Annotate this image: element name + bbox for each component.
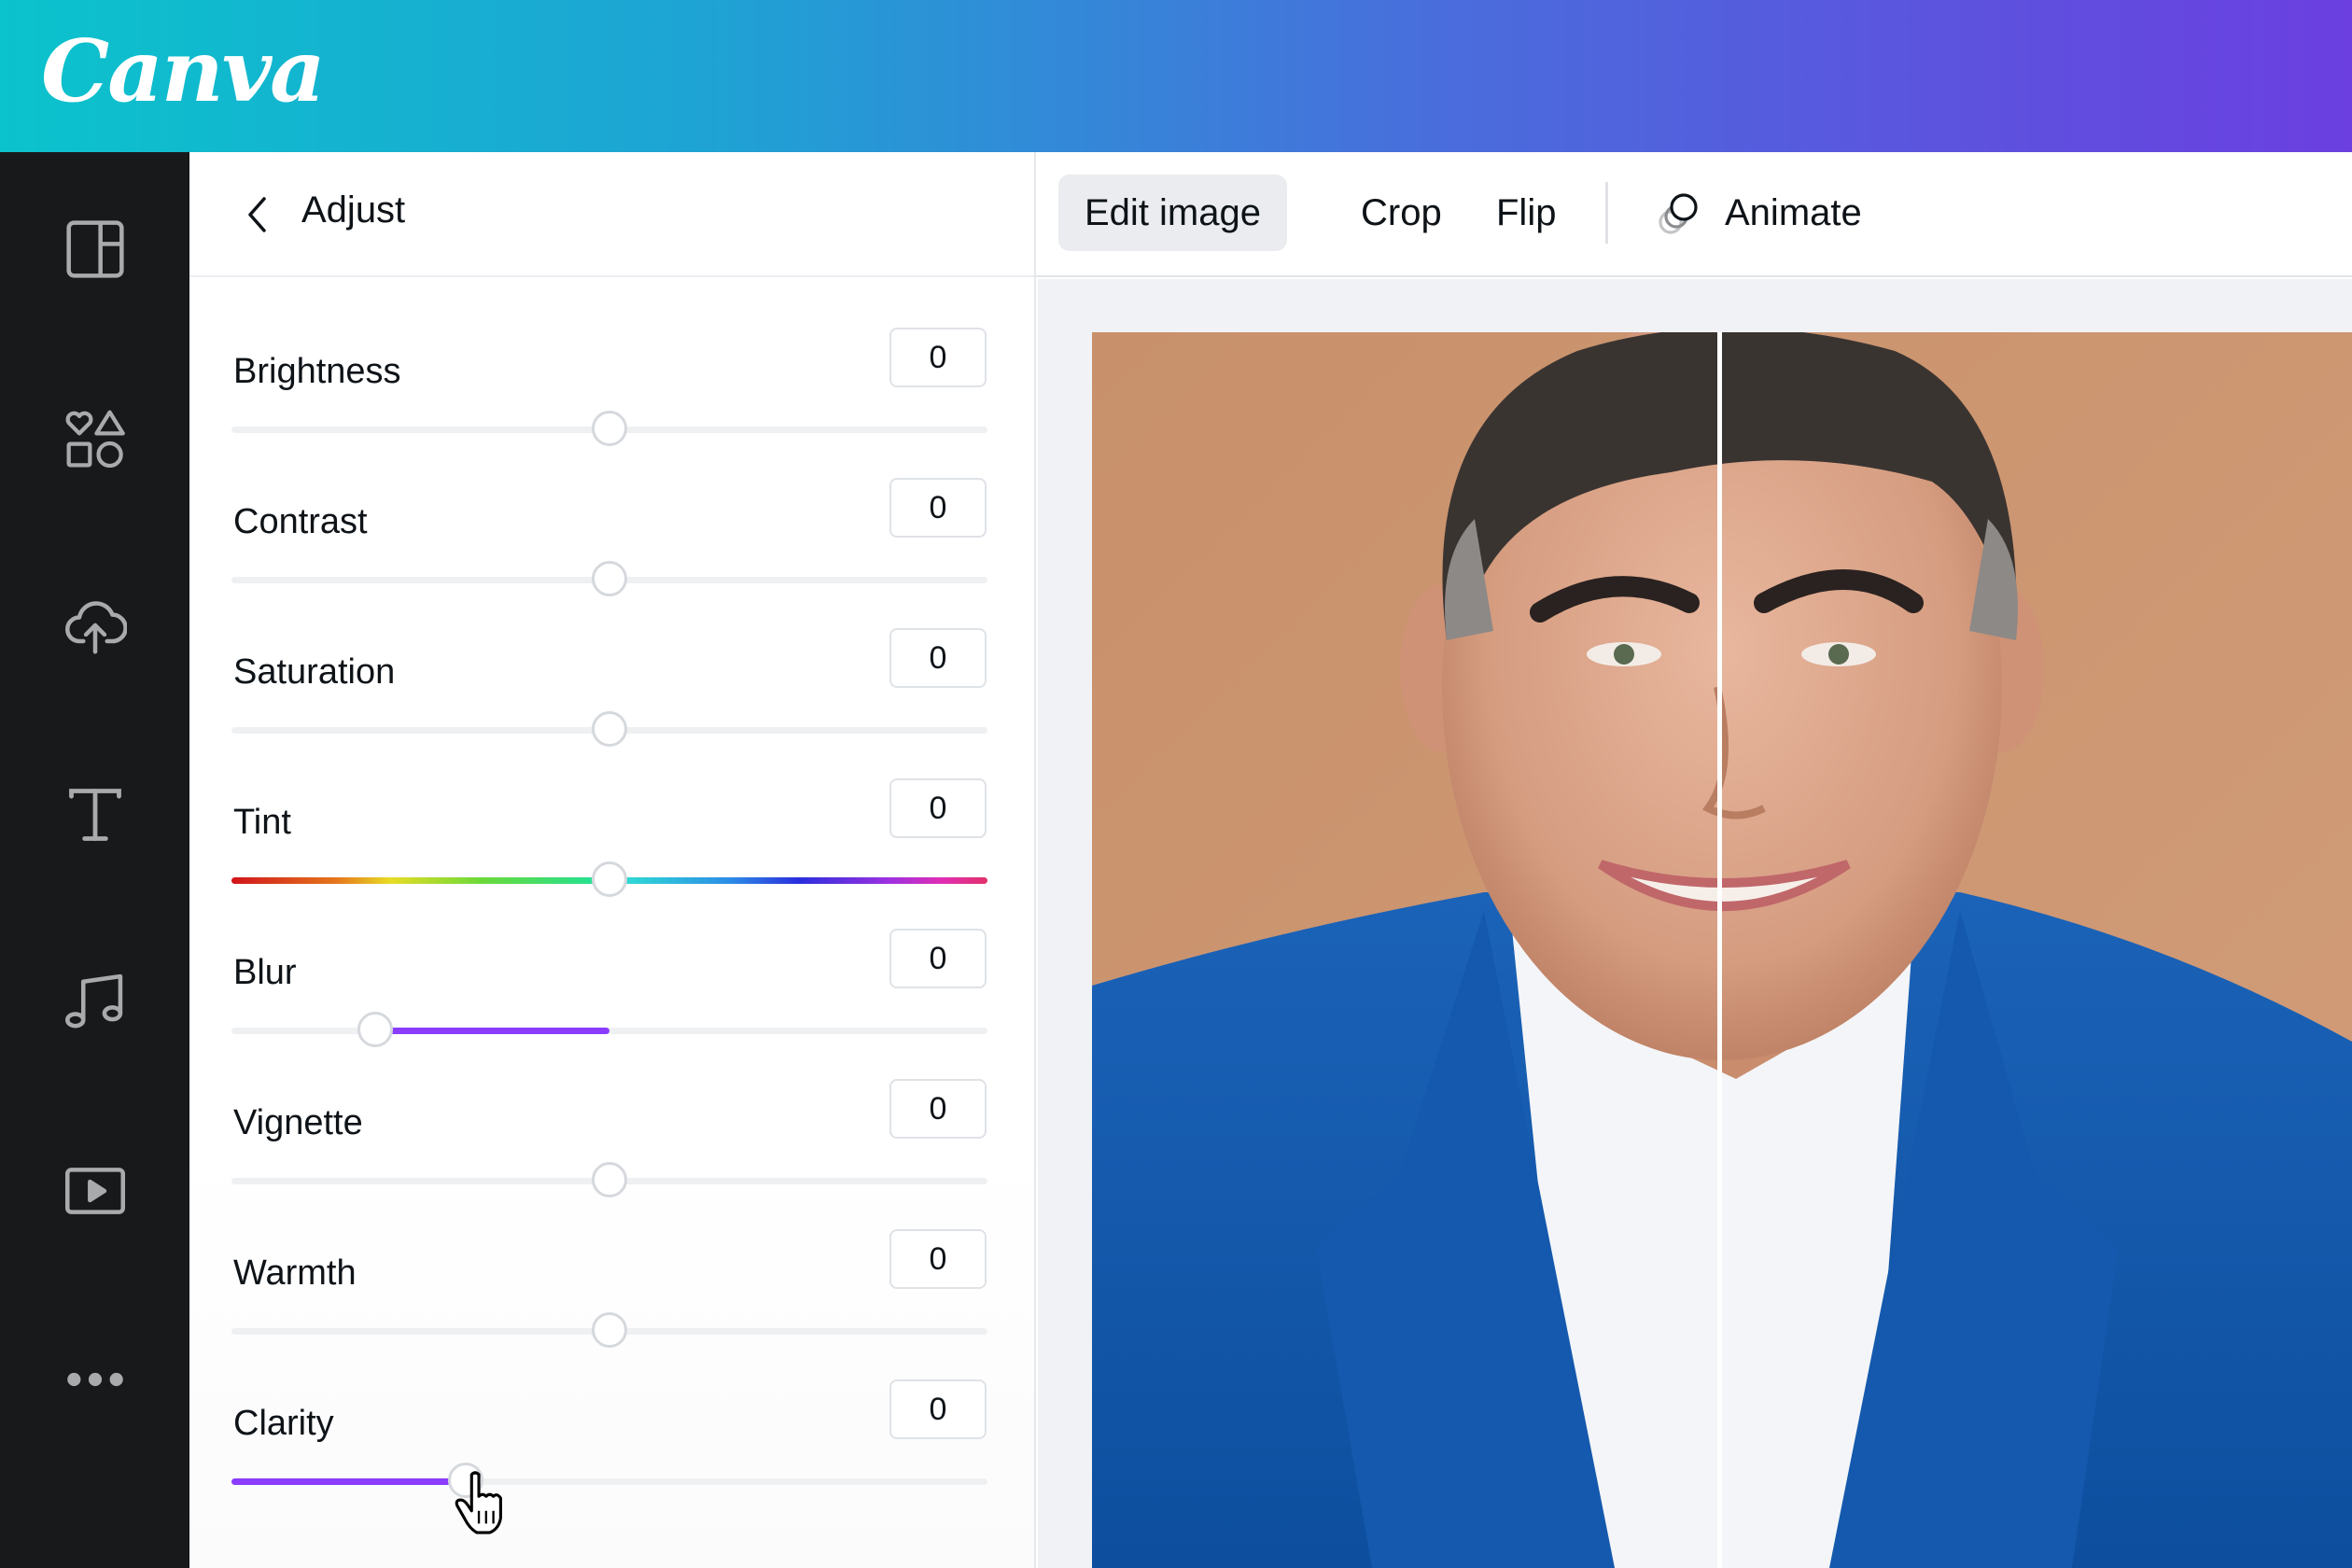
- adjustment-value-input[interactable]: 0: [889, 478, 987, 538]
- adjustment-slider-track[interactable]: [231, 411, 987, 446]
- sidebar-item-uploads[interactable]: [58, 588, 133, 663]
- adjustment-slider-thumb[interactable]: [592, 711, 627, 747]
- crop-button[interactable]: Crop: [1335, 175, 1468, 251]
- animate-button[interactable]: Animate: [1652, 175, 1862, 251]
- adjustment-slider-track[interactable]: [231, 711, 987, 747]
- adjustment-slider-track[interactable]: [231, 561, 987, 596]
- adjustment-slider-thumb[interactable]: [592, 1312, 627, 1348]
- animate-icon: [1659, 193, 1698, 234]
- adjustment-slider-fill: [231, 1478, 467, 1485]
- adjustment-slider-thumb[interactable]: [448, 1463, 484, 1498]
- sidebar-item-videos[interactable]: [58, 1154, 133, 1228]
- adjustment-label: Vignette: [233, 1103, 363, 1142]
- adjustment-slider-track[interactable]: [231, 861, 987, 897]
- toolbar-divider: [1605, 182, 1608, 244]
- before-after-divider[interactable]: [1717, 332, 1722, 1568]
- sidebar-item-text[interactable]: [58, 777, 133, 852]
- sidebar-item-more[interactable]: [58, 1342, 133, 1417]
- adjustment-label: Blur: [233, 953, 297, 992]
- design-canvas: [1038, 279, 2352, 1568]
- sidebar: [0, 152, 189, 1568]
- layout-icon: [66, 220, 124, 278]
- adjustment-slider-track[interactable]: [231, 1463, 987, 1498]
- adjustment-label: Warmth: [233, 1253, 357, 1293]
- shapes-icon: [65, 410, 125, 469]
- edit-image-button[interactable]: Edit image: [1058, 175, 1287, 251]
- adjustment-value-input[interactable]: 0: [889, 1079, 987, 1139]
- adjustment-slider-thumb[interactable]: [592, 561, 627, 596]
- flip-button[interactable]: Flip: [1470, 175, 1582, 251]
- more-icon: [67, 1372, 123, 1387]
- adjustment-value-input[interactable]: 0: [889, 1379, 987, 1439]
- panel-title: Adjust: [301, 189, 406, 231]
- panel-header: Adjust: [189, 152, 1034, 277]
- adjustment-value-input[interactable]: 0: [889, 778, 987, 838]
- adjustment-value-input[interactable]: 0: [889, 328, 987, 387]
- adjustment-label: Tint: [233, 803, 291, 842]
- canva-logo[interactable]: Canva: [41, 21, 326, 121]
- video-icon: [64, 1168, 126, 1214]
- sidebar-item-audio[interactable]: [58, 964, 133, 1039]
- cloud-upload-icon: [64, 601, 127, 654]
- portrait-photo[interactable]: [1092, 332, 2352, 1568]
- adjustment-slider-thumb[interactable]: [592, 861, 627, 897]
- adjustment-slider-thumb[interactable]: [592, 1162, 627, 1197]
- portrait-illustration: [1092, 332, 2352, 1568]
- adjustment-clarity: Clarity 0: [189, 1379, 1034, 1554]
- back-button[interactable]: [238, 193, 275, 236]
- animate-label: Animate: [1725, 191, 1862, 233]
- adjustment-label: Clarity: [233, 1404, 334, 1443]
- adjustment-value-input[interactable]: 0: [889, 929, 987, 988]
- adjustment-slider-track[interactable]: [231, 1162, 987, 1197]
- sidebar-item-elements[interactable]: [58, 401, 133, 476]
- adjustment-label: Contrast: [233, 502, 368, 541]
- adjustment-slider-fill: [374, 1028, 609, 1034]
- adjustment-slider-thumb[interactable]: [592, 411, 627, 446]
- adjustment-label: Brightness: [233, 352, 401, 391]
- text-icon: [69, 789, 121, 841]
- sidebar-item-templates[interactable]: [58, 212, 133, 287]
- top-header: Canva: [0, 0, 2352, 152]
- adjustment-slider-track[interactable]: [231, 1012, 987, 1047]
- adjust-panel: Adjust Brightness 0 Contrast 0 Saturation 0 Ti…: [189, 152, 1036, 1568]
- adjustment-slider-track[interactable]: [231, 1312, 987, 1348]
- music-icon: [64, 973, 123, 1029]
- adjustment-label: Saturation: [233, 652, 396, 692]
- adjustment-slider-thumb[interactable]: [357, 1012, 393, 1047]
- chevron-left-icon: [248, 197, 266, 232]
- adjustment-value-input[interactable]: 0: [889, 1229, 987, 1289]
- adjustment-value-input[interactable]: 0: [889, 628, 987, 688]
- image-toolbar: Edit image Crop Flip Animate: [1036, 152, 2352, 277]
